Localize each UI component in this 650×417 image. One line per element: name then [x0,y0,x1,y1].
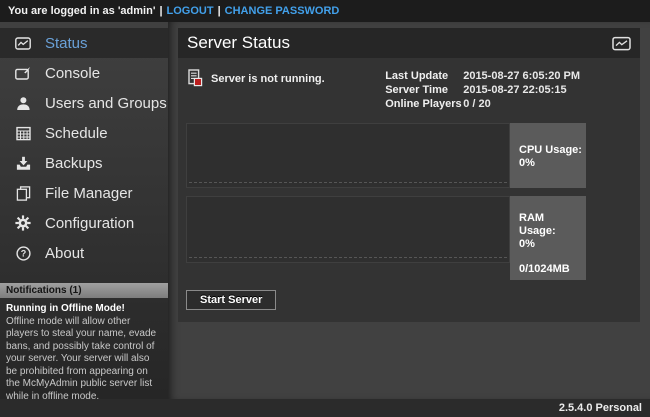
sidebar-item-label: File Manager [45,185,133,202]
ram-usage-detail: 0/1024MB [519,263,582,276]
notifications-header: Notifications (1) [0,283,168,298]
ram-usage-label: RAM Usage: [519,212,582,238]
sidebar-item-label: Status [45,35,88,52]
server-info-table: Last Update 2015-08-27 6:05:20 PM Server… [385,69,580,111]
ram-usage-value: 0% [519,238,582,251]
info-label: Online Players [385,97,463,111]
svg-text:?: ? [20,248,26,258]
info-label: Server Time [385,83,463,97]
file-manager-icon [13,186,33,201]
sidebar: Status Console Users and Groups Schedule [0,22,168,399]
info-value: 2015-08-27 22:05:15 [463,83,566,97]
users-icon [13,96,33,111]
ram-usage-stats: RAM Usage: 0% 0/1024MB [510,196,586,280]
sidebar-item-file-manager[interactable]: File Manager [0,178,168,208]
backups-icon [13,156,33,171]
top-bar: You are logged in as 'admin' | LOGOUT | CHAN… [0,0,650,22]
server-state: Server is not running. [188,69,325,111]
actions-row: Start Server [178,280,640,312]
cpu-usage-label: CPU Usage: [519,144,582,157]
main-area: Server Status Server is not running. Las… [168,22,650,399]
sidebar-item-schedule[interactable]: Schedule [0,118,168,148]
sidebar-item-console[interactable]: Console [0,58,168,88]
separator: | [218,5,221,17]
sidebar-item-about[interactable]: ? About [0,238,168,268]
notification-title: Running in Offline Mode! [6,303,162,316]
footer-bar: 2.5.4.0 Personal [0,399,650,417]
sidebar-item-backups[interactable]: Backups [0,148,168,178]
chart-baseline [189,182,507,183]
cpu-usage-chart [186,123,510,188]
sidebar-item-label: Backups [45,155,103,172]
page-layout: Status Console Users and Groups Schedule [0,22,650,399]
cpu-usage-row: CPU Usage: 0% [186,123,640,188]
server-status-panel: Server Status Server is not running. Las… [178,28,640,322]
info-value: 0 / 20 [463,97,491,111]
version-text: 2.5.4.0 Personal [559,402,642,414]
status-message: Server is not running. [211,69,325,85]
sidebar-item-users-and-groups[interactable]: Users and Groups [0,88,168,118]
sidebar-nav: Status Console Users and Groups Schedule [0,22,168,268]
cpu-usage-stats: CPU Usage: 0% [510,123,586,188]
server-stopped-icon [188,69,203,87]
about-icon: ? [13,246,33,261]
sidebar-item-configuration[interactable]: Configuration [0,208,168,238]
sidebar-item-label: Configuration [45,215,134,232]
info-row-server-time: Server Time 2015-08-27 22:05:15 [385,83,580,97]
start-server-button[interactable]: Start Server [186,290,276,310]
separator: | [159,5,162,17]
change-password-link[interactable]: CHANGE PASSWORD [225,5,340,17]
sidebar-item-label: Console [45,65,100,82]
status-section: Server is not running. Last Update 2015-… [178,58,640,115]
ram-usage-row: RAM Usage: 0% 0/1024MB [186,196,640,280]
console-icon [13,66,33,81]
sidebar-item-label: About [45,245,84,262]
cpu-usage-value: 0% [519,157,582,170]
sidebar-item-status[interactable]: Status [0,28,168,58]
panel-header: Server Status [178,28,640,58]
notification-item: Running in Offline Mode! Offline mode wi… [0,298,168,399]
logged-in-text: You are logged in as 'admin' [8,5,155,17]
logout-link[interactable]: LOGOUT [167,5,214,17]
page-title: Server Status [187,33,612,53]
sidebar-item-label: Users and Groups [45,95,167,112]
info-row-online-players: Online Players 0 / 20 [385,97,580,111]
ram-usage-chart [186,196,510,263]
info-label: Last Update [385,69,463,83]
notification-text: Offline mode will allow other players to… [6,316,162,400]
gear-icon [13,215,33,231]
schedule-icon [13,126,33,141]
status-graph-icon [13,36,33,51]
chart-baseline [189,257,507,258]
performance-graph-icon[interactable] [612,36,631,51]
sidebar-item-label: Schedule [45,125,108,142]
info-value: 2015-08-27 6:05:20 PM [463,69,580,83]
info-row-last-update: Last Update 2015-08-27 6:05:20 PM [385,69,580,83]
